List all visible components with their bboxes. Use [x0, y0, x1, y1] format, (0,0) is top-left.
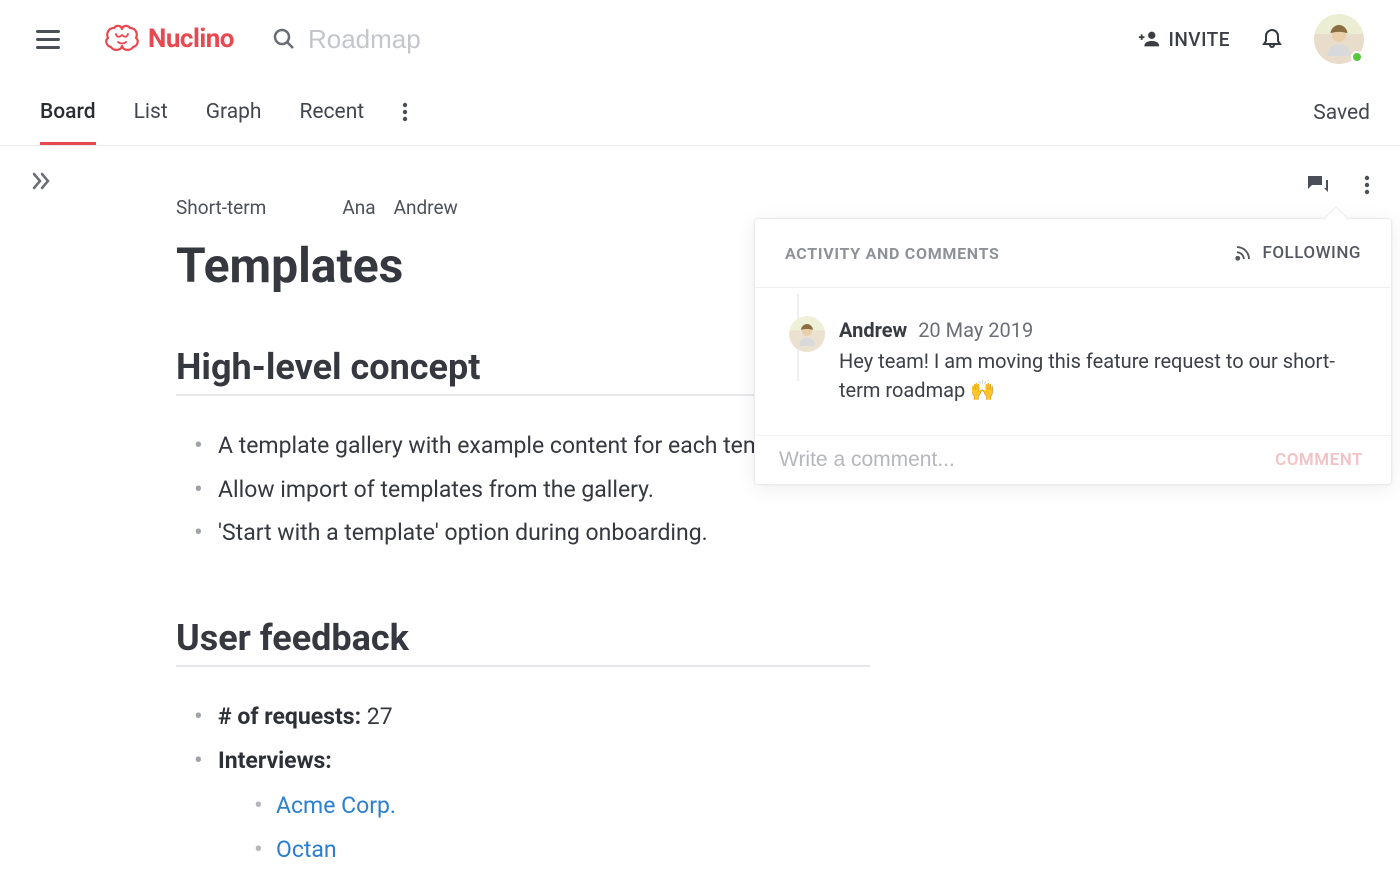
- following-label: FOLLOWING: [1262, 243, 1361, 263]
- search-input[interactable]: [308, 24, 568, 55]
- comment-date: 20 May 2019: [918, 318, 1033, 342]
- expand-sidebar-icon[interactable]: [32, 172, 54, 194]
- list-item[interactable]: Interviews: Acme Corp. Octan: [194, 739, 870, 872]
- panel-footer: COMMENT: [755, 435, 1391, 484]
- topbar: Nuclino INVITE: [0, 0, 1400, 78]
- brain-icon: [104, 24, 140, 54]
- invite-icon: [1138, 28, 1160, 50]
- doc-more-icon[interactable]: [1364, 175, 1370, 195]
- panel-header: ACTIVITY AND COMMENTS FOLLOWING: [755, 219, 1391, 288]
- tabs-more-icon[interactable]: [402, 102, 408, 144]
- comment-submit-button[interactable]: COMMENT: [1275, 450, 1363, 470]
- comment-avatar[interactable]: [789, 316, 825, 352]
- label: # of requests:: [218, 703, 361, 730]
- panel-body: Andrew 20 May 2019 Hey team! I am moving…: [755, 288, 1391, 435]
- document: Short-term Ana Andrew Templates High-lev…: [0, 146, 870, 872]
- search: [272, 24, 1138, 55]
- main-area: Short-term Ana Andrew Templates High-lev…: [0, 146, 1400, 875]
- brand-logo[interactable]: Nuclino: [104, 24, 234, 54]
- panel-title: ACTIVITY AND COMMENTS: [785, 244, 1000, 263]
- comment-content: Andrew 20 May 2019 Hey team! I am moving…: [839, 316, 1361, 405]
- collaborator[interactable]: Andrew: [394, 196, 458, 219]
- comment-input[interactable]: [779, 448, 1139, 472]
- tab-board[interactable]: Board: [40, 100, 96, 145]
- collaborators: Ana Andrew: [342, 196, 457, 219]
- sub-list: Acme Corp. Octan: [218, 784, 870, 871]
- view-tabs: Board List Graph Recent: [30, 100, 408, 145]
- section-heading: User feedback: [176, 617, 870, 667]
- comment-author[interactable]: Andrew: [839, 318, 907, 342]
- label: Interviews:: [218, 747, 332, 774]
- value: 27: [367, 703, 393, 730]
- bullet-list: # of requests: 27 Interviews: Acme Corp.…: [176, 695, 870, 872]
- doc-actions: [1306, 174, 1370, 196]
- list-item[interactable]: 'Start with a template' option during on…: [194, 511, 870, 555]
- menu-icon[interactable]: [36, 25, 64, 53]
- activity-panel: ACTIVITY AND COMMENTS FOLLOWING Andrew 2…: [754, 218, 1392, 485]
- brand-name: Nuclino: [148, 24, 234, 54]
- topbar-right: INVITE: [1138, 14, 1364, 64]
- tab-graph[interactable]: Graph: [206, 100, 262, 145]
- following-toggle[interactable]: FOLLOWING: [1234, 243, 1361, 263]
- link-item[interactable]: Acme Corp.: [254, 784, 870, 828]
- invite-button[interactable]: INVITE: [1138, 28, 1230, 51]
- presence-indicator: [1351, 51, 1363, 63]
- avatar[interactable]: [1314, 14, 1364, 64]
- tab-recent[interactable]: Recent: [299, 100, 364, 145]
- invite-label: INVITE: [1168, 28, 1230, 51]
- rss-icon: [1234, 244, 1252, 262]
- link-item[interactable]: Octan: [254, 828, 870, 872]
- emoji: 🙌: [970, 378, 995, 402]
- collaborator[interactable]: Ana: [342, 196, 375, 219]
- search-icon[interactable]: [272, 27, 296, 51]
- list-item[interactable]: # of requests: 27: [194, 695, 870, 739]
- notifications-icon[interactable]: [1260, 25, 1284, 53]
- save-status: Saved: [1313, 101, 1370, 145]
- comment-text: Hey team! I am moving this feature reque…: [839, 347, 1361, 405]
- tab-list[interactable]: List: [134, 100, 168, 145]
- breadcrumb[interactable]: Short-term: [176, 196, 266, 219]
- doc-meta-row: Short-term Ana Andrew: [176, 196, 870, 219]
- comment: Andrew 20 May 2019 Hey team! I am moving…: [783, 316, 1361, 405]
- view-tabs-row: Board List Graph Recent Saved: [0, 78, 1400, 146]
- comments-icon[interactable]: [1306, 174, 1330, 196]
